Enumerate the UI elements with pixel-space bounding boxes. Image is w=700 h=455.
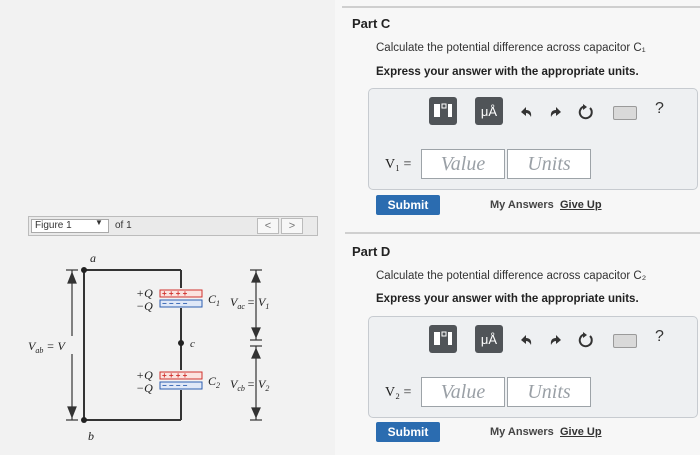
part-c-instruction: Calculate the potential difference acros… [376,42,646,54]
part-c-submit-button[interactable]: Submit [376,195,440,215]
part-d-units-input[interactable]: Units [507,377,591,407]
capacitor-c2: + + + + − − − − +Q −Q C2 [136,368,220,395]
part-c-toolbar: μÅ ? [429,97,679,127]
reset-icon[interactable] [575,329,597,351]
part-d-variable-label: V₂ = [385,385,412,400]
c1-negative-charges: − − − − [162,299,188,308]
svg-text:C1: C1 [208,292,220,308]
part-c-my-answers-link[interactable]: My Answers [490,199,554,211]
part-d-give-up-link[interactable]: Give Up [560,426,602,438]
c2-positive-charges: + + + + [162,371,188,380]
vac-label-eq: = V [247,295,267,309]
part-d-toolbar: μÅ ? [429,325,679,355]
part-c-variable-label: V₁ = [385,157,412,172]
c2-minus-q-label: −Q [136,381,153,395]
part-c-answer-box: μÅ ? V₁ = Value Units [368,88,698,190]
redo-icon[interactable] [545,329,567,351]
part-d-value-input[interactable]: Value [421,377,505,407]
previous-figure-button[interactable]: < [257,218,279,234]
part-d-submit-button[interactable]: Submit [376,422,440,442]
node-a-label: a [90,251,96,265]
part-d-my-answers-link[interactable]: My Answers [490,426,554,438]
redo-icon[interactable] [545,101,567,123]
vcb-label-eq: = V [247,377,267,391]
capacitor-c1: + + + + − − − − +Q −Q C1 [136,286,220,313]
part-d-instruction: Calculate the potential difference acros… [376,270,647,282]
chevron-down-icon: ▼ [95,218,103,227]
vac-label-sub: ac [237,302,245,311]
c2-label-sub: 2 [216,381,220,390]
c1-plus-q-label: +Q [136,286,153,300]
templates-icon[interactable] [429,325,457,353]
keyboard-icon[interactable] [613,106,637,120]
svg-text:Vab= V: Vab = V [28,339,66,355]
part-c-give-up-link[interactable]: Give Up [560,199,602,211]
part-divider [345,232,700,234]
figure-count: of 1 [115,220,132,231]
next-figure-button[interactable]: > [281,218,303,234]
help-icon[interactable]: ? [655,100,664,118]
part-d-title: Part D [352,244,391,259]
vcb-label-rhs-sub: 2 [265,384,269,393]
undo-icon[interactable] [515,101,537,123]
node-c-label: c [190,338,195,350]
units-icon[interactable]: μÅ [475,97,503,125]
part-c-units-input[interactable]: Units [507,149,591,179]
node-a [81,267,87,273]
figure-navigation-bar: Figure 1 ▼ of 1 < > [28,216,318,236]
capacitor-circuit-diagram: a b c + + + + − − − − +Q −Q C1 + + + + −… [28,251,269,443]
help-icon[interactable]: ? [655,328,664,346]
vab-label-eq: = V [46,339,66,353]
c2-negative-charges: − − − − [162,381,188,390]
node-b [81,417,87,423]
part-c-title: Part C [352,16,391,31]
figure-selector-label: Figure 1 [35,220,72,231]
svg-text:Vcb= V2: Vcb = V2 [230,377,269,393]
keyboard-icon[interactable] [613,334,637,348]
c1-positive-charges: + + + + [162,289,188,298]
c1-minus-q-label: −Q [136,299,153,313]
reset-icon[interactable] [575,101,597,123]
part-c-units-note: Express your answer with the appropriate… [376,66,639,78]
c2-plus-q-label: +Q [136,368,153,382]
part-d-units-note: Express your answer with the appropriate… [376,293,639,305]
c1-label-sub: 1 [216,299,220,308]
node-b-label: b [88,429,94,443]
svg-text:Vac= V1: Vac = V1 [230,295,269,311]
vac-label-rhs-sub: 1 [265,302,269,311]
undo-icon[interactable] [515,329,537,351]
vab-label-sub: ab [35,346,43,355]
node-c [178,340,184,346]
part-c-value-input[interactable]: Value [421,149,505,179]
part-d-answer-box: μÅ ? V₂ = Value Units [368,316,698,418]
vcb-label-sub: cb [237,384,245,393]
templates-icon[interactable] [429,97,457,125]
units-icon[interactable]: μÅ [475,325,503,353]
top-divider [342,6,700,8]
vab-arrow [66,269,78,421]
svg-text:C2: C2 [208,374,220,390]
